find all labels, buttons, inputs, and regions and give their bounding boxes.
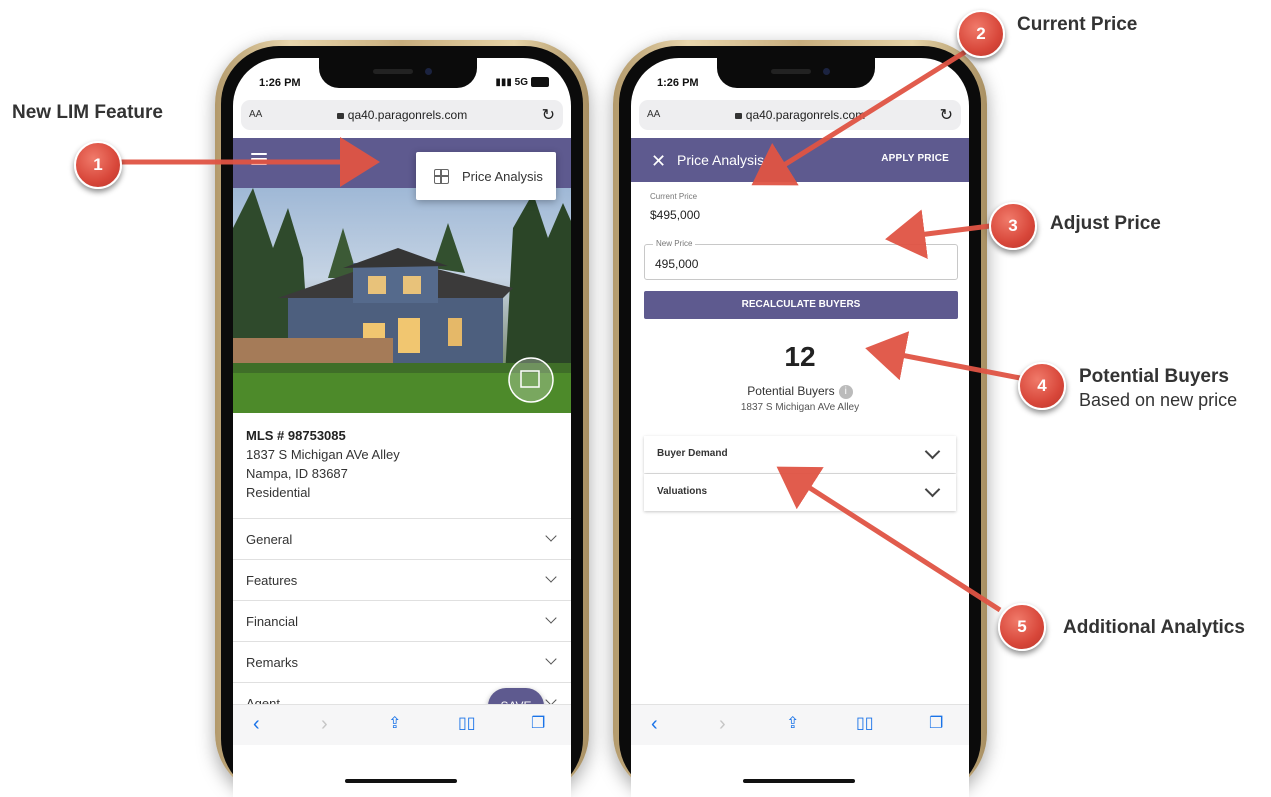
arrow-3 — [885, 209, 991, 260]
annotation-label-1: New LIM Feature — [12, 102, 163, 123]
annotation-badge-5: 5 — [998, 603, 1046, 651]
annotation-label-2: Current Price — [1017, 14, 1138, 35]
annotation-badge-3: 3 — [989, 202, 1037, 250]
annotation-label-5: Additional Analytics — [1063, 617, 1245, 638]
arrow-4 — [865, 331, 1021, 381]
annotation-badge-1: 1 — [74, 141, 122, 189]
arrow-2 — [751, 49, 967, 186]
annotation-sub-4: Based on new price — [1079, 390, 1238, 410]
arrow-5 — [776, 466, 1002, 613]
annotation-label-4: Potential Buyers — [1079, 366, 1229, 387]
annotation-badge-4: 4 — [1018, 362, 1066, 410]
annotation-label-3: Adjust Price — [1050, 213, 1161, 234]
annotation-badge-2: 2 — [957, 10, 1005, 58]
